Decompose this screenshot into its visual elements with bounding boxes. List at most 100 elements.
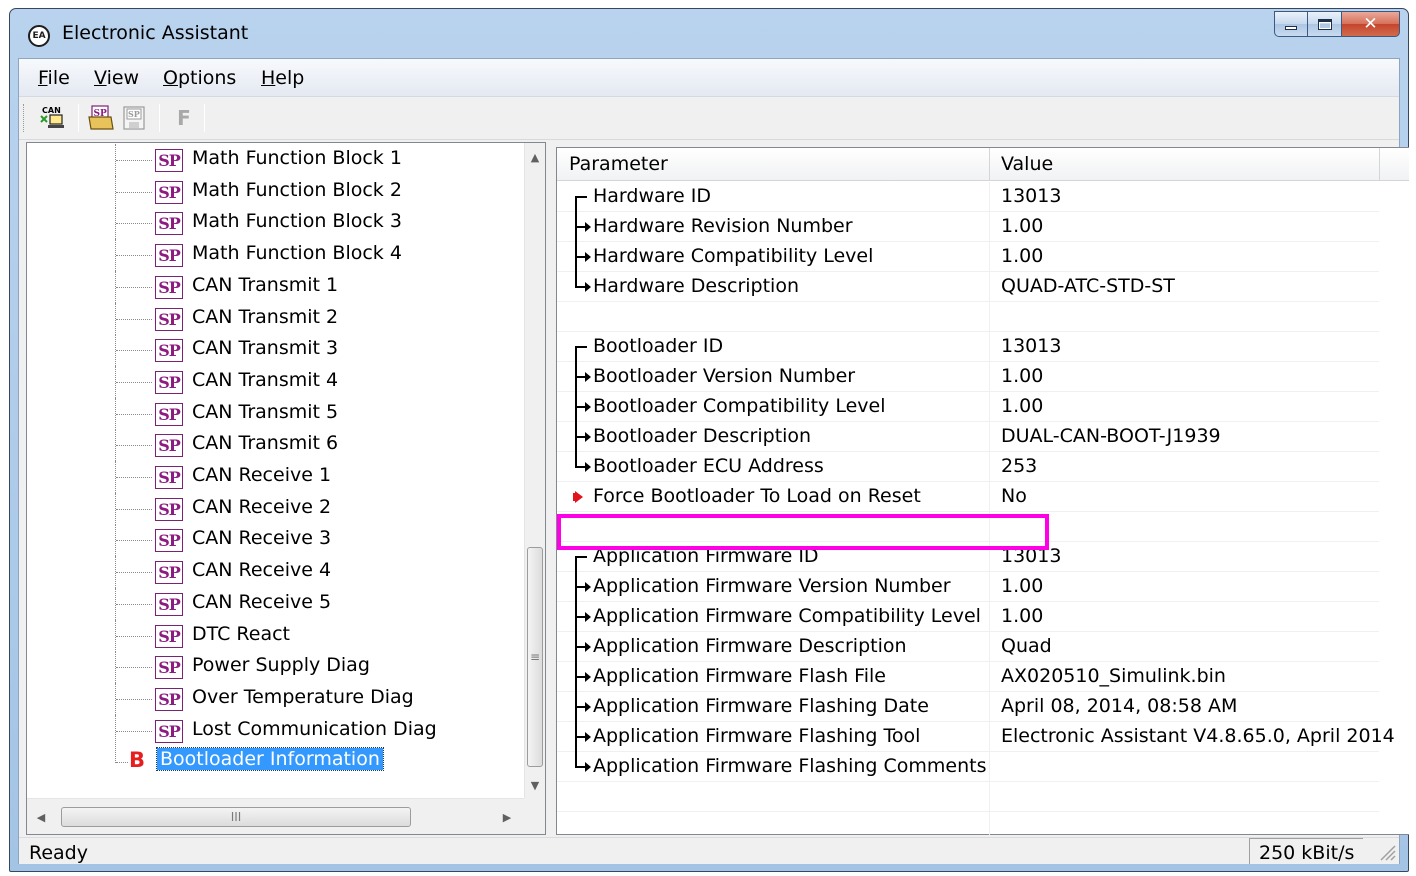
parameter-name: Application Firmware ID: [593, 545, 819, 567]
tree-item-bootloader-information[interactable]: B Bootloader Information: [27, 746, 524, 777]
blank-row[interactable]: [557, 302, 1379, 332]
parameter-name: Bootloader Compatibility Level: [593, 395, 886, 417]
tree-item[interactable]: SP CAN Transmit 1: [27, 270, 524, 303]
resize-grip-icon[interactable]: [1375, 840, 1397, 862]
tree-horizontal-scroll-thumb[interactable]: III: [61, 807, 411, 827]
tree-vertical-scroll-thumb[interactable]: ≡: [527, 547, 543, 767]
tree-item[interactable]: SP Power Supply Diag: [27, 651, 524, 684]
parameter-row[interactable]: Application Firmware Flashing Comments: [557, 752, 1379, 782]
tree-item[interactable]: SP CAN Receive 2: [27, 492, 524, 525]
menu-file-rest: ile: [47, 67, 70, 89]
parameter-row[interactable]: Application Firmware ID 13013: [557, 542, 1379, 572]
cell-divider: [989, 422, 990, 452]
parameter-value: 13013: [1001, 545, 1062, 567]
f-button[interactable]: F: [169, 103, 199, 133]
blank-row[interactable]: [557, 512, 1379, 542]
tree-item[interactable]: SP CAN Receive 1: [27, 461, 524, 493]
column-header-parameter[interactable]: Parameter: [569, 153, 668, 175]
tree-item[interactable]: SP Math Function Block 2: [27, 175, 524, 208]
sp-icon: SP: [155, 561, 183, 585]
cell-divider: [989, 452, 990, 482]
parameter-row[interactable]: Application Firmware Description Quad: [557, 632, 1379, 662]
sp-icon: SP: [155, 656, 183, 680]
title-bar[interactable]: EA Electronic Assistant ✕: [10, 9, 1408, 59]
parameter-row[interactable]: Bootloader Description DUAL-CAN-BOOT-J193…: [557, 422, 1379, 452]
parameter-row-force-bootloader[interactable]: Force Bootloader To Load on Reset No: [557, 482, 1379, 512]
close-button[interactable]: ✕: [1342, 11, 1400, 37]
can-connect-button[interactable]: CAN: [37, 103, 67, 133]
parameter-row[interactable]: Application Firmware Flashing Date April …: [557, 692, 1379, 722]
tree-item[interactable]: SP CAN Transmit 4: [27, 365, 524, 398]
parameter-row[interactable]: Bootloader Compatibility Level 1.00: [557, 392, 1379, 422]
tree-view[interactable]: SP Math Function Block 1 SP Math Function B…: [26, 142, 546, 835]
menu-view[interactable]: View: [94, 67, 139, 89]
tree-item[interactable]: SP Lost Communication Diag: [27, 714, 524, 747]
menu-file[interactable]: File: [38, 67, 70, 89]
tree-item[interactable]: SP Math Function Block 1: [27, 144, 524, 176]
app-icon[interactable]: EA: [28, 25, 50, 47]
menu-file-hotkey: F: [38, 67, 48, 89]
parameter-row[interactable]: Application Firmware Compatibility Level…: [557, 602, 1379, 632]
parameter-row[interactable]: Bootloader ECU Address 253: [557, 452, 1379, 482]
parameter-row[interactable]: Hardware Compatibility Level 1.00: [557, 242, 1379, 272]
tree-item[interactable]: SP DTC React: [27, 619, 524, 652]
parameter-row[interactable]: Application Firmware Flash File AX020510_…: [557, 662, 1379, 692]
column-divider[interactable]: [1379, 148, 1380, 181]
can-connect-icon: CAN: [40, 106, 64, 128]
scroll-up-icon[interactable]: ▲: [525, 147, 545, 167]
pane-splitter[interactable]: [546, 142, 556, 835]
tree-branch-line: [116, 381, 152, 383]
menu-options[interactable]: Options: [163, 67, 236, 89]
open-sp-button[interactable]: SP: [86, 103, 116, 133]
parameter-row[interactable]: Application Firmware Flashing Tool Electr…: [557, 722, 1395, 752]
tree-connector-icon: [575, 542, 593, 572]
tree-item-label: Math Function Block 2: [192, 178, 402, 201]
menu-help[interactable]: Help: [261, 67, 304, 89]
column-divider[interactable]: [989, 148, 990, 181]
tree-connector-icon: [575, 362, 593, 392]
parameter-value: 1.00: [1001, 575, 1044, 597]
tree-item[interactable]: SP CAN Receive 5: [27, 587, 524, 620]
tree-item[interactable]: SP CAN Receive 3: [27, 524, 524, 557]
parameter-name: Hardware Description: [593, 275, 799, 297]
menu-view-hotkey: V: [94, 67, 107, 89]
tree-item[interactable]: SP CAN Transmit 3: [27, 334, 524, 367]
minimize-button[interactable]: [1274, 11, 1308, 37]
tree-item[interactable]: SP Over Temperature Diag: [27, 682, 524, 715]
column-header-value[interactable]: Value: [1001, 153, 1053, 175]
toolbar-grip[interactable]: [23, 104, 26, 132]
tree-item[interactable]: SP CAN Transmit 5: [27, 397, 524, 430]
parameter-row[interactable]: Hardware ID 13013: [557, 182, 1379, 212]
tree-item[interactable]: SP CAN Transmit 2: [27, 302, 524, 335]
save-sp-button[interactable]: SP: [119, 103, 149, 133]
scroll-left-icon[interactable]: ◀: [31, 807, 51, 827]
tree-item[interactable]: SP CAN Receive 4: [27, 556, 524, 589]
parameter-list[interactable]: Parameter Value Hardware ID 13013 Hardware…: [556, 147, 1409, 835]
parameter-row[interactable]: Bootloader ID 13013: [557, 332, 1379, 362]
f-button-label: F: [177, 106, 191, 130]
editable-marker-icon: [573, 491, 583, 503]
tree-item[interactable]: SP CAN Transmit 6: [27, 429, 524, 462]
blank-row[interactable]: [557, 812, 1379, 835]
parameter-row[interactable]: Application Firmware Version Number 1.00: [557, 572, 1379, 602]
toolbar: CAN SP SP F: [19, 98, 1399, 140]
parameter-row[interactable]: Hardware Description QUAD-ATC-STD-ST: [557, 272, 1379, 302]
parameter-value: 1.00: [1001, 365, 1044, 387]
can-icon-text: CAN: [42, 106, 61, 115]
scroll-right-icon[interactable]: ▶: [497, 807, 517, 827]
tree-item-label: Power Supply Diag: [192, 654, 370, 677]
parameter-name: Application Firmware Flashing Date: [593, 695, 929, 717]
parameter-value-editable[interactable]: No: [1001, 485, 1027, 507]
tree-vertical-scrollbar[interactable]: ▲ ≡ ▼: [524, 143, 545, 798]
parameter-row[interactable]: Bootloader Version Number 1.00: [557, 362, 1379, 392]
parameter-value: 1.00: [1001, 395, 1044, 417]
tree-item[interactable]: SP Math Function Block 3: [27, 207, 524, 240]
tree-horizontal-scrollbar[interactable]: ◀ III ▶: [27, 798, 524, 834]
tree-item[interactable]: SP Math Function Block 4: [27, 239, 524, 272]
parameter-row[interactable]: Hardware Revision Number 1.00: [557, 212, 1379, 242]
tree-connector-icon: [575, 662, 593, 692]
tree-guide-line: [115, 746, 116, 764]
scroll-down-icon[interactable]: ▼: [525, 775, 545, 795]
blank-row[interactable]: [557, 782, 1379, 812]
maximize-button[interactable]: [1308, 11, 1342, 37]
